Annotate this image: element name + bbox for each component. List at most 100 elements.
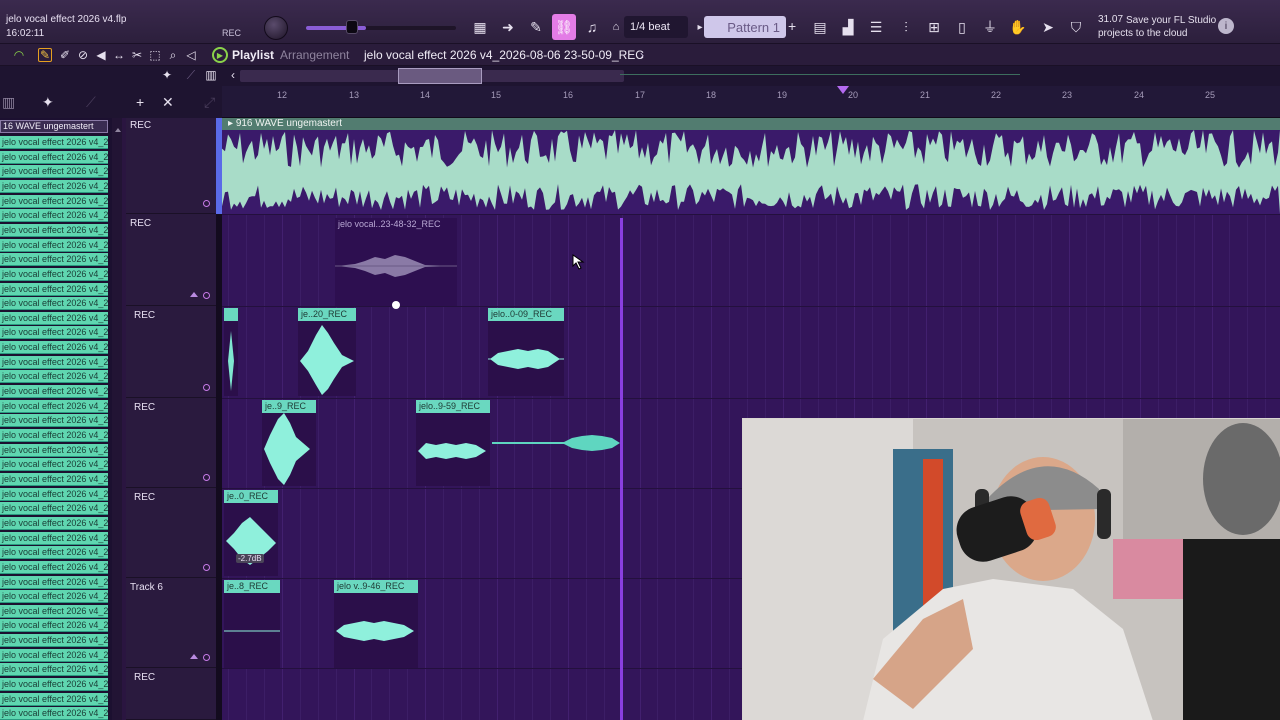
browser-file-item[interactable]: jelo vocal effect 2026 v4_2 xyxy=(0,253,108,267)
shop-cart-icon[interactable]: ⛉ xyxy=(1064,14,1088,40)
step-edit-arrow-icon[interactable]: ➜ xyxy=(496,14,520,40)
browser-file-item[interactable]: jelo vocal effect 2026 v4_2 xyxy=(0,590,108,604)
timeline-ruler[interactable]: 12 13 14 15 16 17 18 19 20 21 22 23 24 2… xyxy=(222,86,1280,118)
browser-file-item[interactable]: jelo vocal effect 2026 v4_2 xyxy=(0,575,108,589)
master-audio-clip[interactable]: ▸ 916 WAVE ungemastert xyxy=(222,118,1280,214)
audio-clip[interactable]: je..20_REC xyxy=(298,308,356,396)
track-header[interactable]: REC xyxy=(126,398,218,488)
browser-snap-icon[interactable]: ✦ xyxy=(42,94,54,111)
headphone-icon[interactable]: ◠ xyxy=(12,48,26,62)
master-clip-header[interactable]: ▸ 916 WAVE ungemastert xyxy=(222,118,1280,130)
playhead-line[interactable] xyxy=(620,218,623,720)
master-volume-knob[interactable] xyxy=(264,16,288,40)
track-record-dot-icon[interactable] xyxy=(203,564,210,571)
browser-file-item[interactable]: jelo vocal effect 2026 v4_2 xyxy=(0,238,108,252)
browser-file-item[interactable]: jelo vocal effect 2026 v4_2 xyxy=(0,136,108,149)
track-header[interactable]: REC xyxy=(126,214,218,306)
arrangement-arrow[interactable]: › xyxy=(640,48,644,62)
browser-file-item[interactable]: jelo vocal effect 2026 v4_2 xyxy=(0,370,108,384)
scroll-left-icon[interactable]: ‹ xyxy=(226,68,240,82)
browser-file-item[interactable]: jelo vocal effect 2026 v4_2 xyxy=(0,282,108,296)
browser-file-item[interactable]: jelo vocal effect 2026 v4_2 xyxy=(0,663,108,677)
browser-file-item[interactable]: jelo vocal effect 2026 v4_2 xyxy=(0,150,108,164)
snap-magnet-icon[interactable]: ✦ xyxy=(160,68,174,82)
audio-clip[interactable]: je..0_REC xyxy=(224,490,278,576)
browser-file-item[interactable]: jelo vocal effect 2026 v4_2 xyxy=(0,326,108,340)
browser-link-icon[interactable]: ⟋ xyxy=(86,94,96,111)
browser-file-item[interactable]: jelo vocal effect 2026 v4_2 xyxy=(0,619,108,633)
add-track-icon[interactable]: + xyxy=(136,94,144,110)
browser-file-item[interactable]: jelo vocal effect 2026 v4_2 xyxy=(0,560,108,574)
browser-file-item[interactable]: jelo vocal effect 2026 v4_2 xyxy=(0,297,108,311)
browser-file-item[interactable]: jelo vocal effect 2026 v4_2 xyxy=(0,487,108,501)
snap-selector[interactable]: 1/4 beat xyxy=(624,16,688,38)
browser-file-item[interactable]: jelo vocal effect 2026 v4_2 xyxy=(0,531,108,545)
track-record-dot-icon[interactable] xyxy=(203,474,210,481)
track-collapse-icon[interactable] xyxy=(190,654,198,659)
draw-mode-icon[interactable]: ✎ xyxy=(38,48,52,62)
browser-file-item[interactable]: jelo vocal effect 2026 v4_2 xyxy=(0,165,108,179)
track-record-dot-icon[interactable] xyxy=(203,292,210,299)
slice-tool-icon[interactable]: ✂ xyxy=(130,48,144,62)
browser-file-item[interactable]: jelo vocal effect 2026 v4_2 xyxy=(0,385,108,399)
audio-clip[interactable] xyxy=(224,308,238,396)
browser-file-item[interactable]: jelo vocal effect 2026 v4_2 xyxy=(0,692,108,706)
track-header[interactable]: REC xyxy=(126,306,218,398)
playback-tool-icon[interactable]: ◁ xyxy=(184,48,198,62)
browser-file-item[interactable]: jelo vocal effect 2026 v4_2 xyxy=(0,648,108,662)
mute-tool-icon[interactable]: ◀ xyxy=(94,48,108,62)
playlist-window-icon[interactable]: ▤ xyxy=(808,14,832,40)
browser-file-item[interactable]: jelo vocal effect 2026 v4_2 xyxy=(0,678,108,692)
browser-scrollbar[interactable] xyxy=(112,118,122,720)
audio-clip[interactable]: jelo..0-09_REC xyxy=(488,308,564,396)
close-icon[interactable]: ✕ xyxy=(162,94,174,111)
track-record-dot-icon[interactable] xyxy=(203,654,210,661)
track-header[interactable]: REC xyxy=(126,668,218,720)
track-collapse-icon[interactable] xyxy=(190,292,198,297)
delete-tool-icon[interactable]: ⊘ xyxy=(76,48,90,62)
select-tool-icon[interactable]: ⬚ xyxy=(148,48,162,62)
zoom-tool-icon[interactable]: ⌕ xyxy=(166,48,180,62)
typing-keyboard-icon[interactable]: ▦ xyxy=(468,14,492,40)
grid-icon[interactable]: ▥ xyxy=(204,68,218,82)
scroll-up-icon[interactable] xyxy=(115,128,121,132)
browser-file-item[interactable]: jelo vocal effect 2026 v4_2 xyxy=(0,267,108,281)
master-pitch-slider[interactable] xyxy=(306,26,456,30)
browser-file-item[interactable]: jelo vocal effect 2026 v4_2 xyxy=(0,604,108,618)
browser-tree-icon[interactable]: ⊞ xyxy=(922,14,946,40)
pick-tool-icon[interactable]: ✋ xyxy=(1006,14,1030,40)
audio-clip-ghost[interactable]: jelo vocal..23-48-32_REC xyxy=(335,218,457,306)
draw-tool-icon[interactable]: ✎ xyxy=(524,14,548,40)
track-header[interactable]: REC xyxy=(126,118,218,214)
browser-file-item[interactable]: jelo vocal effect 2026 v4_2 xyxy=(0,399,108,413)
track-header[interactable]: Track 6 xyxy=(126,578,218,668)
cloud-info-icon[interactable]: i xyxy=(1218,18,1234,34)
paint-brush-icon[interactable]: ✐ xyxy=(58,48,72,62)
add-pattern-button[interactable]: + xyxy=(788,18,796,34)
file-icon[interactable]: ▯ xyxy=(950,14,974,40)
send-arrow-icon[interactable]: ➤ xyxy=(1036,14,1060,40)
browser-file-item[interactable]: jelo vocal effect 2026 v4_2 xyxy=(0,516,108,530)
arrangement-overview[interactable]: ✦ ⟋ ▥ ‹ xyxy=(0,66,1280,86)
piano-roll-icon[interactable]: ▟ xyxy=(836,14,860,40)
pattern-selector[interactable]: Pattern 1 xyxy=(704,16,786,38)
audio-clip[interactable]: je..9_REC xyxy=(262,400,316,486)
browser-menu-icon[interactable]: ▥ xyxy=(2,94,15,111)
browser-file-item[interactable]: jelo vocal effect 2026 v4_2 xyxy=(0,443,108,457)
browser-file-item[interactable]: jelo vocal effect 2026 v4_2 xyxy=(0,707,108,720)
playlist-play-icon[interactable]: ▶ xyxy=(212,47,228,63)
track-header[interactable]: REC xyxy=(126,488,218,578)
mixer-icon[interactable]: ⫶ xyxy=(894,14,918,40)
audio-clip[interactable]: je..8_REC xyxy=(224,580,280,668)
browser-file-item[interactable]: jelo vocal effect 2026 v4_2 xyxy=(0,472,108,486)
browser-file-item[interactable]: jelo vocal effect 2026 v4_2 xyxy=(0,311,108,325)
slip-tool-icon[interactable]: ↔ xyxy=(112,48,126,62)
track-record-dot-icon[interactable] xyxy=(203,384,210,391)
browser-file-item[interactable]: jelo vocal effect 2026 v4_2 xyxy=(0,458,108,472)
overview-window[interactable] xyxy=(398,68,482,84)
browser-file-item[interactable]: jelo vocal effect 2026 v4_2 xyxy=(0,194,108,208)
link-overview-icon[interactable]: ⟋ xyxy=(184,68,198,82)
browser-file-item[interactable]: jelo vocal effect 2026 v4_2 xyxy=(0,634,108,648)
audio-clip[interactable]: jelo v..9-46_REC xyxy=(334,580,418,668)
browser-file-item[interactable]: jelo vocal effect 2026 v4_2 xyxy=(0,209,108,223)
